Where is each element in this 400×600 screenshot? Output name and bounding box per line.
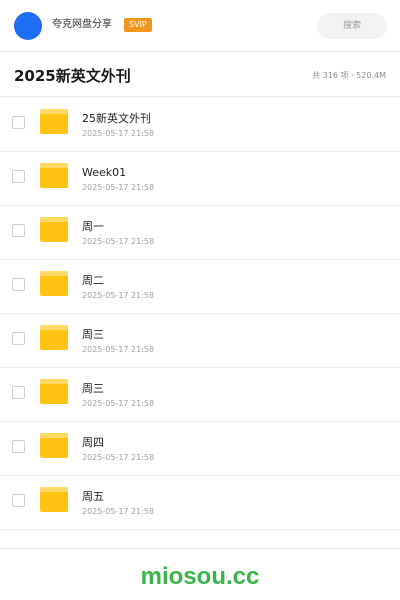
file-name[interactable]: 周三 [82,327,104,342]
folder-icon [40,487,68,512]
file-row[interactable]: 周二 2025-05-17 21:58 [0,260,400,314]
file-name[interactable]: 周一 [82,219,104,234]
file-name[interactable]: 25新英文外刊 [82,111,151,126]
file-name[interactable]: 周二 [82,273,104,288]
file-date: 2025-05-17 21:58 [82,291,155,300]
folder-title-bar: 2025新英文外刊 共 316 项 · 520.4M [0,53,400,97]
file-name[interactable]: Week01 [82,165,126,180]
file-row[interactable]: 周五 2025-05-17 21:58 [0,476,400,530]
file-date: 2025-05-17 21:58 [82,399,155,408]
folder-icon [40,433,68,458]
file-date: 2025-05-17 21:58 [82,453,155,462]
folder-icon [40,325,68,350]
folder-icon [40,217,68,242]
file-name[interactable]: 周五 [82,489,104,504]
file-date: 2025-05-17 21:58 [82,237,155,246]
file-row[interactable]: 周三 2025-05-17 21:58 [0,368,400,422]
file-row[interactable]: 25新英文外刊 2025-05-17 21:58 [0,98,400,152]
footer: miosou.cc [0,548,400,600]
row-checkbox[interactable] [12,116,25,129]
page-title: 2025新英文外刊 [14,67,131,85]
file-date: 2025-05-17 21:58 [82,183,155,192]
row-checkbox[interactable] [12,386,25,399]
file-row[interactable]: 周四 2025-05-17 21:58 [0,422,400,476]
row-checkbox[interactable] [12,278,25,291]
folder-icon [40,163,68,188]
file-date: 2025-05-17 21:58 [82,129,155,138]
avatar[interactable] [14,12,42,40]
watermark-text: miosou.cc [140,563,260,590]
folder-stats: 共 316 项 · 520.4M [312,71,386,80]
row-checkbox[interactable] [12,224,25,237]
file-row[interactable]: 周三 2025-05-17 21:58 [0,314,400,368]
file-row[interactable]: Week01 2025-05-17 21:58 [0,152,400,206]
file-name[interactable]: 周三 [82,381,104,396]
file-date: 2025-05-17 21:58 [82,507,155,516]
file-row[interactable]: 周一 2025-05-17 21:58 [0,206,400,260]
top-header: 夸克网盘分享 SVIP 搜索 [0,0,400,52]
svip-badge: SVIP [124,18,152,32]
file-date: 2025-05-17 21:58 [82,345,155,354]
folder-icon [40,271,68,296]
file-list: 25新英文外刊 2025-05-17 21:58 Week01 2025-05-… [0,98,400,530]
file-name[interactable]: 周四 [82,435,104,450]
folder-icon [40,109,68,134]
row-checkbox[interactable] [12,494,25,507]
search-button[interactable]: 搜索 [317,13,387,39]
row-checkbox[interactable] [12,170,25,183]
row-checkbox[interactable] [12,440,25,453]
share-brand-label: 夸克网盘分享 [52,19,112,30]
folder-icon [40,379,68,404]
row-checkbox[interactable] [12,332,25,345]
